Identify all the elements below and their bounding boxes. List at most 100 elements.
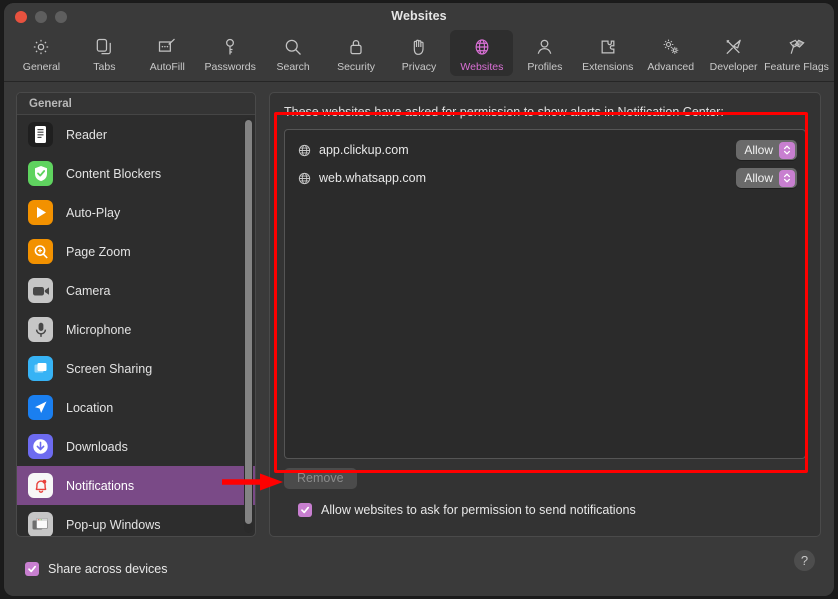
panel-description: These websites have asked for permission… bbox=[284, 105, 806, 119]
share-across-devices-checkbox[interactable] bbox=[25, 562, 39, 576]
tools-icon bbox=[723, 34, 744, 60]
camera-icon bbox=[28, 278, 53, 303]
website-name: app.clickup.com bbox=[319, 143, 736, 157]
main-content: General Reader bbox=[4, 82, 834, 541]
sidebar-scrollbar[interactable] bbox=[244, 118, 253, 533]
notifications-settings-panel: These websites have asked for permission… bbox=[269, 92, 821, 537]
help-button[interactable]: ? bbox=[794, 550, 815, 571]
sidebar-item-label: Page Zoom bbox=[66, 245, 131, 259]
zoom-magnifier-icon bbox=[28, 239, 53, 264]
sidebar-item-content-blockers[interactable]: Content Blockers bbox=[17, 154, 255, 193]
magnifier-icon bbox=[283, 34, 303, 60]
preferences-toolbar: General Tabs AutoFill bbox=[4, 30, 834, 82]
toolbar-tab-feature-flags[interactable]: Feature Flags bbox=[765, 30, 828, 76]
sidebar-item-label: Downloads bbox=[66, 440, 128, 454]
allow-permission-checkbox[interactable] bbox=[298, 503, 312, 517]
sidebar-item-page-zoom[interactable]: Page Zoom bbox=[17, 232, 255, 271]
settings-window: Websites General Tabs bbox=[4, 3, 834, 596]
window-footer: Share across devices ? bbox=[4, 541, 834, 596]
sidebar-list: Reader Content Blockers bbox=[17, 115, 255, 536]
toolbar-tab-label: AutoFill bbox=[150, 61, 185, 73]
toolbar-tab-label: Developer bbox=[710, 61, 758, 73]
globe-icon bbox=[298, 172, 311, 185]
remove-button[interactable]: Remove bbox=[284, 468, 357, 489]
sidebar-scrollbar-thumb[interactable] bbox=[245, 120, 252, 524]
shield-check-icon bbox=[28, 161, 53, 186]
toolbar-tab-passwords[interactable]: Passwords bbox=[199, 30, 262, 76]
toolbar-tab-tabs[interactable]: Tabs bbox=[73, 30, 136, 76]
sidebar-item-label: Auto-Play bbox=[66, 206, 120, 220]
popup-windows-icon bbox=[28, 512, 53, 536]
globe-icon bbox=[472, 34, 492, 60]
sidebar-item-label: Content Blockers bbox=[66, 167, 161, 181]
globe-icon bbox=[298, 144, 311, 157]
sidebar-item-label: Screen Sharing bbox=[66, 362, 152, 376]
permission-dropdown[interactable]: Allow bbox=[736, 168, 797, 188]
window-title: Websites bbox=[4, 9, 834, 23]
toolbar-tab-developer[interactable]: Developer bbox=[702, 30, 765, 76]
sidebar-item-label: Camera bbox=[66, 284, 110, 298]
sidebar-item-label: Location bbox=[66, 401, 113, 415]
sidebar-item-notifications[interactable]: Notifications bbox=[17, 466, 255, 505]
lock-icon bbox=[347, 34, 365, 60]
sidebar-item-location[interactable]: Location bbox=[17, 388, 255, 427]
toolbar-tab-label: Passwords bbox=[205, 61, 256, 73]
toolbar-tab-autofill[interactable]: AutoFill bbox=[136, 30, 199, 76]
toolbar-tab-label: Security bbox=[337, 61, 375, 73]
download-icon bbox=[28, 434, 53, 459]
permission-value: Allow bbox=[744, 143, 773, 157]
microphone-icon bbox=[28, 317, 53, 342]
puzzle-icon bbox=[598, 34, 618, 60]
allow-permission-row[interactable]: Allow websites to ask for permission to … bbox=[284, 503, 806, 517]
gear-icon bbox=[31, 34, 51, 60]
toolbar-tab-search[interactable]: Search bbox=[262, 30, 325, 76]
toolbar-tab-label: Search bbox=[277, 61, 310, 73]
toolbar-tab-label: Extensions bbox=[582, 61, 633, 73]
toolbar-tab-advanced[interactable]: Advanced bbox=[639, 30, 702, 76]
sidebar-item-label: Notifications bbox=[66, 479, 134, 493]
toolbar-tab-label: Advanced bbox=[647, 61, 694, 73]
person-icon bbox=[535, 34, 554, 60]
toolbar-tab-security[interactable]: Security bbox=[325, 30, 388, 76]
toolbar-tab-privacy[interactable]: Privacy bbox=[388, 30, 451, 76]
sidebar-item-downloads[interactable]: Downloads bbox=[17, 427, 255, 466]
sidebar-item-screen-sharing[interactable]: Screen Sharing bbox=[17, 349, 255, 388]
website-name: web.whatsapp.com bbox=[319, 171, 736, 185]
toolbar-tab-profiles[interactable]: Profiles bbox=[513, 30, 576, 76]
table-row[interactable]: web.whatsapp.com Allow bbox=[285, 164, 805, 192]
location-arrow-icon bbox=[28, 395, 53, 420]
sidebar-item-pop-up-windows[interactable]: Pop-up Windows bbox=[17, 505, 255, 536]
allow-permission-label: Allow websites to ask for permission to … bbox=[321, 503, 636, 517]
toolbar-tab-label: Feature Flags bbox=[764, 61, 829, 73]
screen-sharing-icon bbox=[28, 356, 53, 381]
sidebar-section-header: General bbox=[17, 93, 255, 115]
settings-sidebar: General Reader bbox=[16, 92, 256, 537]
table-row[interactable]: app.clickup.com Allow bbox=[285, 136, 805, 164]
title-bar: Websites bbox=[4, 3, 834, 30]
hand-icon bbox=[409, 34, 428, 60]
flags-icon bbox=[786, 34, 808, 60]
key-icon bbox=[221, 34, 239, 60]
permission-dropdown[interactable]: Allow bbox=[736, 140, 797, 160]
sidebar-item-label: Pop-up Windows bbox=[66, 518, 161, 532]
sidebar-item-label: Reader bbox=[66, 128, 107, 142]
chevron-up-down-icon bbox=[779, 170, 795, 187]
toolbar-tab-extensions[interactable]: Extensions bbox=[576, 30, 639, 76]
autofill-icon bbox=[156, 34, 178, 60]
reader-icon bbox=[28, 122, 53, 147]
chevron-up-down-icon bbox=[779, 142, 795, 159]
toolbar-tab-websites[interactable]: Websites bbox=[450, 30, 513, 76]
sidebar-item-reader[interactable]: Reader bbox=[17, 115, 255, 154]
toolbar-tab-label: Profiles bbox=[527, 61, 562, 73]
gears-icon bbox=[660, 34, 682, 60]
website-permissions-list[interactable]: app.clickup.com Allow bbox=[284, 129, 806, 459]
sidebar-item-label: Microphone bbox=[66, 323, 131, 337]
sidebar-item-auto-play[interactable]: Auto-Play bbox=[17, 193, 255, 232]
toolbar-tab-general[interactable]: General bbox=[10, 30, 73, 76]
sidebar-item-microphone[interactable]: Microphone bbox=[17, 310, 255, 349]
play-icon bbox=[28, 200, 53, 225]
sidebar-item-camera[interactable]: Camera bbox=[17, 271, 255, 310]
share-across-devices-label: Share across devices bbox=[48, 562, 168, 576]
toolbar-tab-label: Websites bbox=[460, 61, 503, 73]
remove-row: Remove bbox=[284, 468, 806, 489]
